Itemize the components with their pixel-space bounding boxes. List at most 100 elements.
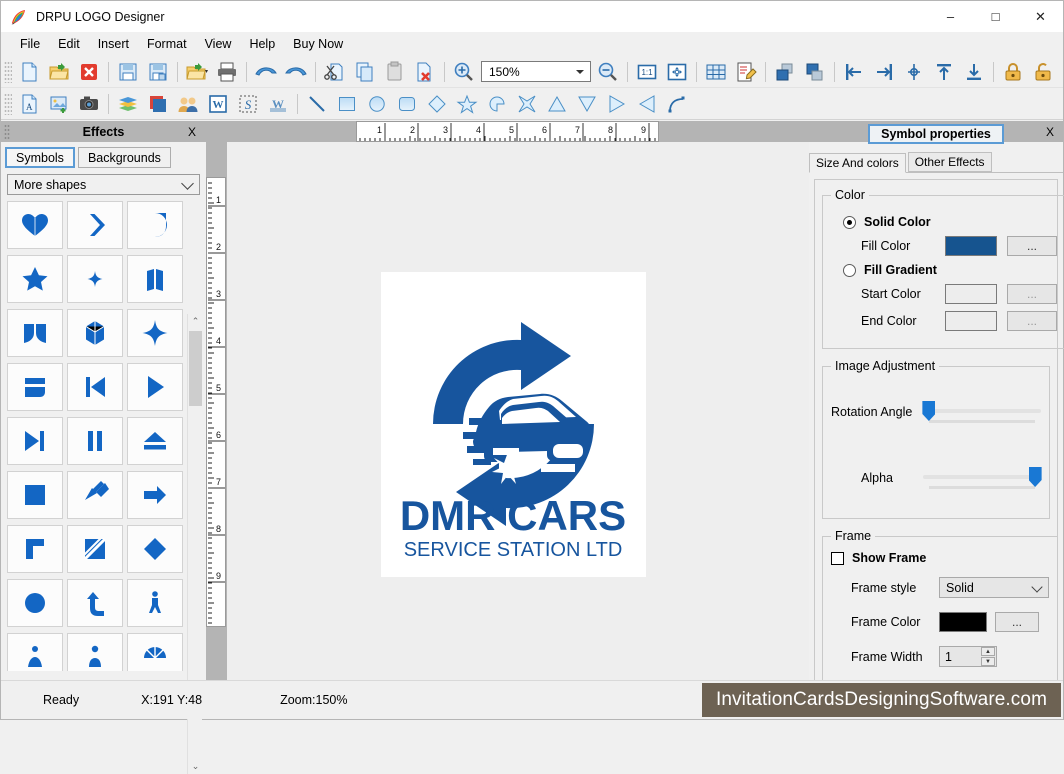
tab-backgrounds[interactable]: Backgrounds [77, 147, 171, 168]
fill-color-swatch[interactable] [945, 236, 997, 256]
symbol-chevron-right[interactable] [67, 201, 123, 249]
frame-style-select[interactable]: Solid [939, 577, 1049, 598]
triangle-icon[interactable] [543, 90, 571, 118]
lock-icon[interactable] [999, 58, 1027, 86]
redo-icon[interactable] [282, 58, 310, 86]
menu-file[interactable]: File [11, 34, 49, 54]
unlock-icon[interactable] [1029, 58, 1057, 86]
logo-artwork[interactable]: DMR CARS SERVICE STATION LTD [381, 272, 646, 577]
print-icon[interactable] [213, 58, 241, 86]
frame-color-picker-button[interactable]: ... [995, 612, 1039, 632]
symbol-circle[interactable] [7, 579, 63, 627]
alpha-slider[interactable] [923, 467, 1042, 489]
four-point-star-icon[interactable] [513, 90, 541, 118]
edit-properties-icon[interactable] [732, 58, 760, 86]
zoom-combo[interactable]: 150% [481, 61, 591, 82]
grid-icon[interactable] [702, 58, 730, 86]
camera-icon[interactable] [75, 90, 103, 118]
frame-color-swatch[interactable] [939, 612, 987, 632]
rounded-rect-icon[interactable] [393, 90, 421, 118]
scroll-up-icon[interactable]: ⌃ [188, 314, 203, 329]
tab-other-effects[interactable]: Other Effects [907, 152, 992, 172]
add-text-icon[interactable]: A [15, 90, 43, 118]
solid-color-radio[interactable] [843, 215, 856, 229]
symbol-skip-back[interactable] [67, 363, 123, 411]
logo-page[interactable]: DMR CARS SERVICE STATION LTD [381, 272, 646, 577]
symbol-play[interactable] [127, 363, 183, 411]
stepper-down-icon[interactable]: ▼ [981, 657, 995, 666]
add-image-icon[interactable] [45, 90, 73, 118]
fill-color-picker-button[interactable]: ... [1007, 236, 1057, 256]
solid-color-row[interactable]: Solid Color [843, 215, 1057, 229]
show-frame-checkbox[interactable] [831, 551, 844, 565]
symbol-arrow-right[interactable] [127, 471, 183, 519]
show-frame-row[interactable]: Show Frame [831, 551, 1049, 565]
watermark-icon[interactable]: W [264, 90, 292, 118]
rotation-angle-slider[interactable] [922, 401, 1041, 423]
symbol-cube[interactable] [67, 309, 123, 357]
triangle-down-icon[interactable] [573, 90, 601, 118]
fill-gradient-row[interactable]: Fill Gradient [843, 263, 1057, 277]
word-art-icon[interactable]: W [204, 90, 232, 118]
symbol-pause[interactable] [67, 417, 123, 465]
send-backward-icon[interactable] [801, 58, 829, 86]
symbol-sparkle-small[interactable] [67, 255, 123, 303]
fill-gradient-radio[interactable] [843, 263, 856, 277]
tab-size-and-colors[interactable]: Size And colors [809, 153, 906, 173]
menu-format[interactable]: Format [138, 34, 196, 54]
symbol-pac-shape[interactable] [127, 201, 183, 249]
signature-icon[interactable]: S [234, 90, 262, 118]
symbol-eject[interactable] [127, 417, 183, 465]
new-document-icon[interactable] [15, 58, 43, 86]
align-bottom-icon[interactable] [960, 58, 988, 86]
symbol-skip-forward[interactable] [7, 417, 63, 465]
end-color-picker-button[interactable]: ... [1007, 311, 1057, 331]
open-folder-icon[interactable] [45, 58, 73, 86]
menu-edit[interactable]: Edit [49, 34, 89, 54]
symbol-leaf-pair[interactable] [7, 309, 63, 357]
end-color-swatch[interactable] [945, 311, 997, 331]
line-icon[interactable] [303, 90, 331, 118]
panel-grip[interactable] [4, 124, 10, 139]
clipart-people-icon[interactable] [174, 90, 202, 118]
slider-thumb[interactable] [922, 401, 936, 421]
align-left-icon[interactable] [840, 58, 868, 86]
symbol-square[interactable] [7, 471, 63, 519]
symbol-stacked-bars[interactable] [7, 363, 63, 411]
fit-page-icon[interactable] [663, 58, 691, 86]
align-center-icon[interactable] [900, 58, 928, 86]
scrollbar-thumb[interactable] [189, 331, 202, 406]
start-color-swatch[interactable] [945, 284, 997, 304]
slider-thumb[interactable] [1028, 467, 1042, 487]
layers-icon[interactable] [114, 90, 142, 118]
triangle-left-icon[interactable] [633, 90, 661, 118]
symbol-open-book[interactable] [127, 255, 183, 303]
symbol-rhombus[interactable] [127, 525, 183, 573]
undo-icon[interactable] [252, 58, 280, 86]
delete-icon[interactable] [411, 58, 439, 86]
save-icon[interactable] [114, 58, 142, 86]
tab-symbols[interactable]: Symbols [5, 147, 75, 168]
align-right-icon[interactable] [870, 58, 898, 86]
symbol-sitting-person[interactable] [7, 633, 63, 671]
menu-view[interactable]: View [196, 34, 241, 54]
paste-icon[interactable] [381, 58, 409, 86]
export-icon[interactable] [183, 58, 211, 86]
background-icon[interactable] [144, 90, 172, 118]
menu-buy-now[interactable]: Buy Now [284, 34, 352, 54]
minimize-button[interactable]: – [928, 1, 973, 32]
copy-icon[interactable] [351, 58, 379, 86]
symbol-heart[interactable] [7, 201, 63, 249]
properties-panel-close-icon[interactable]: X [1046, 125, 1054, 139]
triangle-right-icon[interactable] [603, 90, 631, 118]
toolbar-grip[interactable] [4, 60, 12, 83]
start-color-picker-button[interactable]: ... [1007, 284, 1057, 304]
symbol-gauge[interactable] [127, 633, 183, 671]
stepper-up-icon[interactable]: ▲ [981, 647, 995, 656]
zoom-in-icon[interactable] [450, 58, 478, 86]
toolbar-grip[interactable] [4, 92, 12, 115]
design-canvas[interactable]: DMR CARS SERVICE STATION LTD [227, 142, 809, 680]
star-icon[interactable] [453, 90, 481, 118]
scroll-down-icon[interactable]: ⌄ [188, 759, 203, 774]
symbol-curved-arrow-up[interactable] [67, 579, 123, 627]
